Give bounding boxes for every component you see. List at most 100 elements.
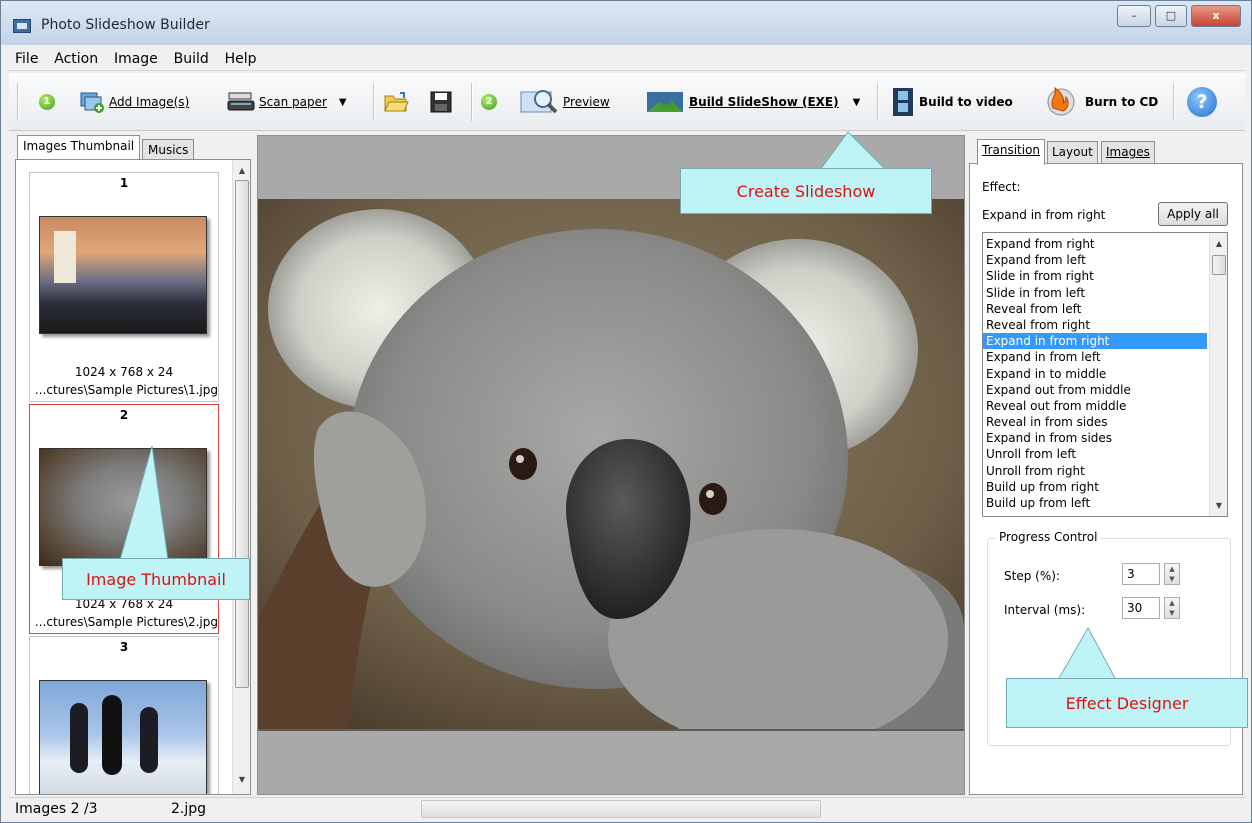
preview-label: Preview xyxy=(563,95,610,109)
preview-magnifier-icon xyxy=(520,90,558,114)
minimize-button[interactable]: – xyxy=(1117,5,1151,27)
step-two-icon: 2 xyxy=(481,94,497,110)
thumbnail-size: 1024 x 768 x 24 xyxy=(74,365,174,379)
add-images-button[interactable]: Add Image(s) xyxy=(79,73,189,131)
tab-layout[interactable]: Layout xyxy=(1047,141,1098,163)
current-effect-text: Expand in from right xyxy=(982,208,1106,222)
tab-images-thumbnail[interactable]: Images Thumbnail xyxy=(17,135,141,159)
scan-dropdown-icon[interactable]: ▼ xyxy=(339,97,347,108)
menu-build[interactable]: Build xyxy=(168,47,215,71)
menu-help[interactable]: Help xyxy=(219,47,263,71)
effect-list-item[interactable]: Expand from right xyxy=(983,236,1207,252)
help-button[interactable]: ? xyxy=(1187,73,1217,131)
effect-list-item[interactable]: Slide in from left xyxy=(983,285,1207,301)
open-folder-icon xyxy=(384,92,409,112)
menu-action[interactable]: Action xyxy=(48,47,104,71)
scroll-down-icon[interactable]: ▼ xyxy=(1210,497,1227,514)
preview-image xyxy=(258,199,964,731)
effect-list-item[interactable]: Expand from left xyxy=(983,252,1207,268)
thumbnail-path: ...ctures\Sample Pictures\1.jpg xyxy=(34,383,218,397)
build-exe-label: Build SlideShow (EXE) xyxy=(689,95,839,109)
status-bar: Images 2 /3 2.jpg xyxy=(9,797,1245,821)
scrollbar-thumb[interactable] xyxy=(235,180,249,688)
effect-list-item[interactable]: Reveal in from sides xyxy=(983,414,1207,430)
interval-input[interactable]: 30 xyxy=(1122,597,1160,619)
step-spin-button[interactable]: ▲ ▼ xyxy=(1164,563,1180,585)
effect-list-item[interactable]: Reveal from left xyxy=(983,301,1207,317)
toolbar-grip xyxy=(17,83,19,121)
effect-list-item[interactable]: Unroll from right xyxy=(983,463,1207,479)
step-input[interactable]: 3 xyxy=(1122,563,1160,585)
effect-list-item[interactable]: Expand in from sides xyxy=(983,430,1207,446)
save-button[interactable] xyxy=(429,73,453,131)
tab-transition-label: Transition xyxy=(982,143,1041,157)
tab-layout-label: Layout xyxy=(1052,145,1093,159)
penguin-shape xyxy=(102,695,122,775)
app-icon xyxy=(13,19,31,33)
toolbar: 1 Add Image(s) Scan paper ▼ 2 Preview Bu… xyxy=(9,73,1245,131)
close-button[interactable]: x xyxy=(1191,5,1241,27)
thumbnail-item[interactable]: 1 1024 x 768 x 24 ...ctures\Sample Pictu… xyxy=(29,172,219,402)
burn-cd-button[interactable]: Burn to CD xyxy=(1043,73,1158,131)
effect-list-item[interactable]: Reveal from right xyxy=(983,317,1207,333)
title-bar: Photo Slideshow Builder – □ x xyxy=(1,1,1251,45)
scan-paper-button[interactable]: Scan paper ▼ xyxy=(227,73,347,131)
effect-list-item[interactable]: Expand out from middle xyxy=(983,382,1207,398)
status-file-name: 2.jpg xyxy=(171,801,207,817)
build-exe-dropdown-icon[interactable]: ▼ xyxy=(853,97,861,108)
effect-list-item[interactable]: Expand in to middle xyxy=(983,366,1207,382)
add-image-icon xyxy=(80,92,104,113)
scroll-down-icon[interactable]: ▼ xyxy=(233,771,250,788)
build-exe-button[interactable]: Build SlideShow (EXE) ▼ xyxy=(645,73,860,131)
tab-transition[interactable]: Transition xyxy=(977,139,1046,165)
tab-musics[interactable]: Musics xyxy=(142,139,195,159)
open-button[interactable] xyxy=(383,73,409,131)
step-one-icon: 1 xyxy=(39,94,55,110)
window-title: Photo Slideshow Builder xyxy=(41,17,210,33)
effect-list-item[interactable]: Unroll from left xyxy=(983,446,1207,462)
scrollbar-thumb[interactable] xyxy=(1212,255,1226,275)
thumbnail-list: 1 1024 x 768 x 24 ...ctures\Sample Pictu… xyxy=(15,159,251,795)
effect-list-item[interactable]: Expand in from left xyxy=(983,349,1207,365)
toolbar-separator xyxy=(373,83,375,121)
maximize-button[interactable]: □ xyxy=(1155,5,1187,27)
slideshow-build-icon xyxy=(647,92,683,112)
status-image-count: Images 2 /3 xyxy=(15,801,98,817)
add-images-label: Add Image(s) xyxy=(109,95,190,109)
effect-list-item[interactable]: Expand in from right xyxy=(983,333,1207,350)
tab-images-label: Images xyxy=(1106,145,1150,159)
thumbnail-path: ...ctures\Sample Pictures\2.jpg xyxy=(34,615,218,629)
callout-effect-designer: Effect Designer xyxy=(1006,678,1248,728)
thumbnail-number: 3 xyxy=(119,640,129,654)
callout-image-thumbnail: Image Thumbnail xyxy=(62,558,250,600)
thumbnail-scrollbar[interactable]: ▲ ▼ xyxy=(232,160,250,794)
menu-image[interactable]: Image xyxy=(108,47,164,71)
build-video-button[interactable]: Build to video xyxy=(891,73,1013,131)
thumbnail-image xyxy=(39,448,207,566)
scroll-up-icon[interactable]: ▲ xyxy=(233,162,250,179)
penguin-shape xyxy=(70,703,88,773)
effect-list-item[interactable]: Reveal out from middle xyxy=(983,398,1207,414)
effect-list-item[interactable]: Build up from left xyxy=(983,495,1207,511)
menu-file[interactable]: File xyxy=(9,47,44,71)
build-video-label: Build to video xyxy=(919,95,1013,109)
burn-cd-icon xyxy=(1047,86,1075,116)
left-panel: Images Thumbnail Musics 1 1024 x 768 x 2… xyxy=(9,135,253,795)
effect-list-item[interactable]: Slide in from right xyxy=(983,268,1207,284)
interval-spin-button[interactable]: ▲ ▼ xyxy=(1164,597,1180,619)
step-label: Step (%): xyxy=(1004,569,1060,583)
preview-button[interactable]: Preview xyxy=(519,73,610,131)
effect-list-scrollbar[interactable]: ▲ ▼ xyxy=(1209,233,1227,516)
effect-list[interactable]: Expand from right Expand from left Slide i… xyxy=(982,232,1228,517)
apply-all-button[interactable]: Apply all xyxy=(1158,202,1228,226)
scan-paper-label: Scan paper xyxy=(259,95,327,109)
preview-horizontal-scrollbar[interactable] xyxy=(421,800,821,818)
effect-list-item[interactable]: Build up from right xyxy=(983,479,1207,495)
thumbnail-item[interactable]: 3 xyxy=(29,636,219,794)
scroll-up-icon[interactable]: ▲ xyxy=(1210,235,1227,252)
koala-photo xyxy=(258,199,964,729)
tab-images[interactable]: Images xyxy=(1101,141,1155,163)
preview-area xyxy=(257,135,965,795)
progress-control-title: Progress Control xyxy=(996,530,1101,544)
penguin-shape xyxy=(140,707,158,773)
